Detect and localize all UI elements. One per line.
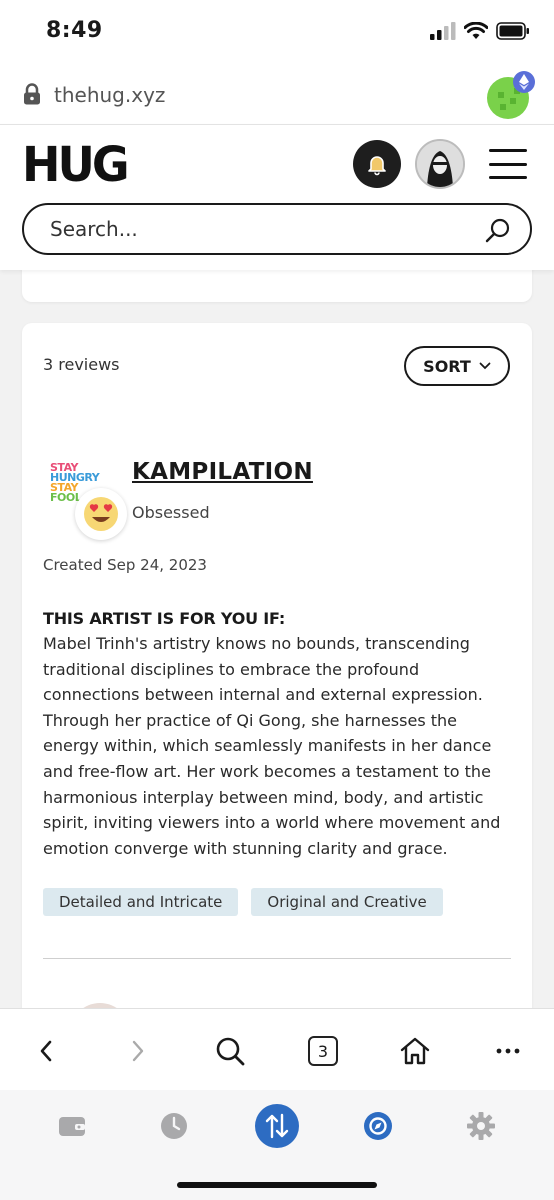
status-icons (430, 22, 530, 40)
home-indicator (177, 1182, 377, 1188)
search-icon[interactable] (484, 217, 512, 245)
wifi-icon (464, 22, 488, 39)
wallet-avatar[interactable] (486, 70, 536, 120)
hamburger-menu-button[interactable] (489, 149, 527, 179)
reviewer-status: Obsessed (132, 503, 210, 522)
search-box[interactable] (22, 203, 532, 255)
notifications-button[interactable] (353, 140, 401, 188)
signal-icon (430, 22, 456, 40)
history-button[interactable] (152, 1104, 196, 1148)
divider (43, 958, 511, 959)
reaction-badge (75, 488, 127, 540)
chevron-left-icon (40, 1040, 52, 1062)
home-button[interactable] (397, 1033, 433, 1069)
wallet-icon (59, 1117, 85, 1136)
sort-button[interactable]: SORT (404, 346, 510, 386)
browser-toolbar: 3 (0, 1008, 554, 1090)
menu-line (489, 176, 527, 179)
tabs-count: 3 (308, 1036, 338, 1066)
swap-icon-wrap (255, 1104, 299, 1148)
magnifier-icon (216, 1037, 245, 1066)
app-bar (0, 1090, 554, 1200)
status-bar: 8:49 (0, 0, 554, 66)
status-time: 8:49 (46, 18, 103, 43)
search-tab-button[interactable] (212, 1033, 248, 1069)
tabs-button[interactable]: 3 (305, 1033, 341, 1069)
menu-line (489, 149, 527, 152)
back-button[interactable] (28, 1033, 64, 1069)
reviews-card: 3 reviews SORT STAY HUNGRY STAY FOOL KAM… (22, 323, 532, 1083)
reviews-count: 3 reviews (43, 355, 120, 374)
sort-label: SORT (423, 356, 471, 376)
more-button[interactable] (490, 1033, 526, 1069)
home-icon (400, 1037, 430, 1065)
created-date: Created Sep 24, 2023 (43, 556, 207, 574)
hug-logo[interactable]: HUG (22, 136, 130, 193)
search-input[interactable] (50, 217, 470, 241)
battery-icon (496, 22, 529, 40)
user-avatar[interactable] (415, 139, 465, 189)
site-header: HUG (0, 124, 554, 270)
heart-eyes-emoji-icon (84, 497, 118, 531)
swap-arrows-icon (265, 1113, 289, 1139)
settings-button[interactable] (459, 1104, 503, 1148)
url-bar[interactable]: thehug.xyz (0, 66, 554, 124)
more-dots-icon (496, 1048, 520, 1054)
chevron-down-icon (479, 362, 491, 370)
review-tags: Detailed and Intricate Original and Crea… (43, 888, 443, 916)
review-body: Mabel Trinh's artistry knows no bounds, … (43, 634, 501, 858)
gear-icon (467, 1112, 495, 1140)
swap-button[interactable] (255, 1104, 299, 1148)
wallet-avatar-icon (487, 71, 535, 119)
review-tag: Detailed and Intricate (43, 888, 239, 916)
user-avatar-icon (417, 141, 463, 187)
browser-nav-button[interactable] (356, 1104, 400, 1148)
lock-icon (24, 83, 40, 105)
review-tag: Original and Creative (251, 888, 443, 916)
review-heading: THIS ARTIST IS FOR YOU IF: (43, 609, 286, 628)
reviewer-name-link[interactable]: KAMPILATION (132, 459, 313, 485)
chevron-right-icon (132, 1040, 144, 1062)
forward-button[interactable] (120, 1033, 156, 1069)
url-text: thehug.xyz (54, 83, 166, 107)
clock-icon (161, 1113, 187, 1139)
bell-icon (368, 156, 386, 176)
menu-line (489, 162, 527, 166)
wallet-button[interactable] (50, 1104, 94, 1148)
compass-icon (364, 1112, 392, 1140)
